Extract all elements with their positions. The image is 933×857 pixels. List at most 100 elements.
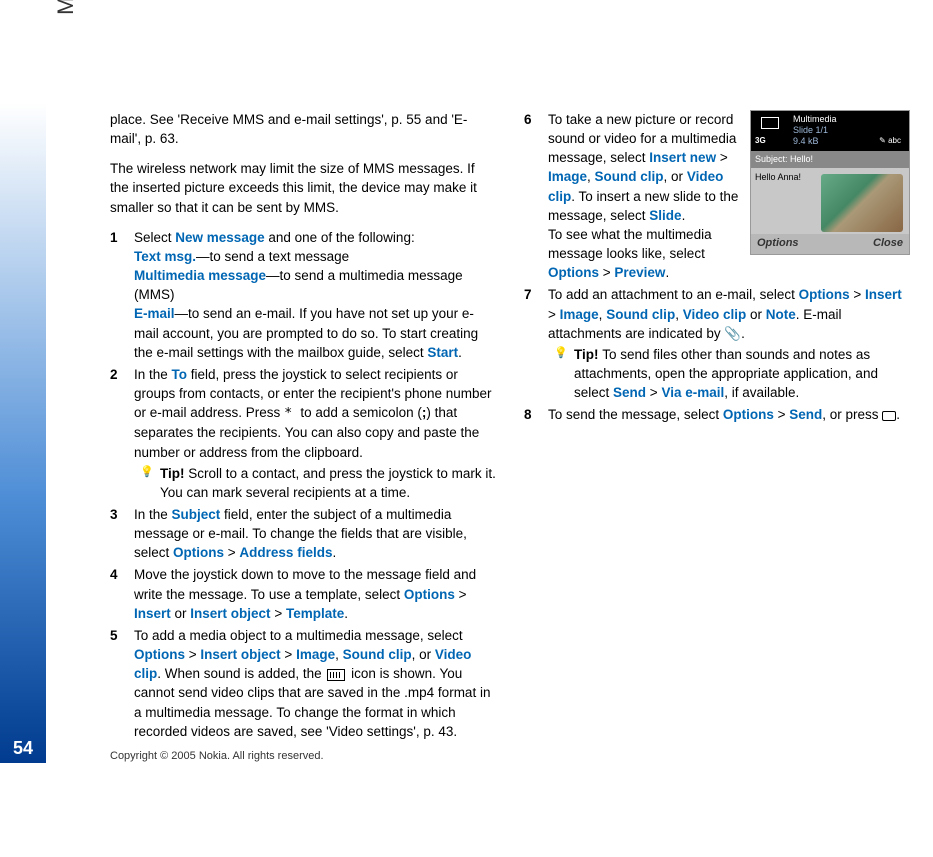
intro-para-1: place. See 'Receive MMS and e-mail setti… [110,110,496,148]
step-3: 3 In the Subject field, enter the subjec… [110,505,496,562]
ui-ref-address-fields: Address fields [239,545,332,560]
tip-icon: 💡 [140,465,154,481]
ui-ref-subject: Subject [172,507,221,522]
step-4: 4 Move the joystick down to move to the … [110,565,496,622]
text: . [896,407,900,422]
pencil-icon: ✎ [879,136,886,145]
phone-photo [821,174,903,232]
step-number: 5 [110,626,118,645]
text: In the [134,507,172,522]
text: . [682,208,686,223]
ui-ref-video-clip: Video clip [683,307,747,322]
ui-ref-start: Start [427,345,458,360]
ui-ref-new-message: New message [175,230,264,245]
phone-subject-row: Subject: Hello! [751,151,909,168]
phone-body-text: Hello Anna! [755,172,801,182]
step-5: 5 To add a media object to a multimedia … [110,626,496,741]
section-label: Messaging [50,0,81,104]
text: . [458,345,462,360]
ui-ref-sound-clip: Sound clip [606,307,675,322]
ui-ref-insert-object: Insert object [200,647,280,662]
text: Select [134,230,175,245]
tip-icon: 💡 [554,346,568,362]
text: and one of the following: [265,230,415,245]
text: > [850,287,865,302]
text: or [171,606,191,621]
text: > [599,265,614,280]
step-number: 3 [110,505,118,524]
ui-ref-options: Options [799,287,850,302]
step-7: 7 To add an attachment to an e-mail, sel… [524,285,910,402]
ui-ref-insert: Insert [134,606,171,621]
softkey-close: Close [873,236,903,252]
step-6: 6 Multimedia Slide 1/1 9.4 kB 3G ✎ abc S… [524,110,910,282]
softkey-options: Options [757,236,799,252]
phone-size: 9.4 kB [793,135,819,148]
text: , [587,169,595,184]
ui-ref-image: Image [296,647,335,662]
attachment-icon: 📎 [724,326,741,341]
text: > [774,407,789,422]
ui-ref-send: Send [613,385,646,400]
call-key-icon [882,411,896,421]
page-content: place. See 'Receive MMS and e-mail setti… [110,110,910,755]
tip-label: Tip! [574,347,602,362]
text: To see what the multimedia message looks… [548,227,712,261]
sidebar: 54 [0,0,46,857]
text: > [271,606,286,621]
network-icon: 3G [755,135,766,146]
step-8: 8 To send the message, select Options > … [524,405,910,424]
step-number: 6 [524,110,532,129]
text: icon is shown. [347,666,436,681]
text: . [665,265,669,280]
sidebar-gradient [0,103,46,763]
step-number: 8 [524,405,532,424]
text: > [185,647,200,662]
ui-ref-template: Template [286,606,344,621]
text: To add an attachment to an e-mail, selec… [548,287,799,302]
ui-ref-insert: Insert [865,287,902,302]
text: abc [886,136,901,145]
ui-ref-preview: Preview [614,265,665,280]
ui-ref-sound-clip: Sound clip [595,169,664,184]
text: to add a semicolon ( [300,405,422,420]
page-number: 54 [0,736,46,762]
ui-ref-sound-clip: Sound clip [343,647,412,662]
ui-ref-send: Send [789,407,822,422]
ui-ref-options: Options [723,407,774,422]
text: > [548,307,560,322]
intro-para-2: The wireless network may limit the size … [110,159,496,216]
ui-ref-to: To [172,367,188,382]
ui-ref-options: Options [548,265,599,280]
text: . [741,326,745,341]
step-number: 1 [110,228,118,247]
sound-icon [327,669,345,681]
text: . When sound is added, the [157,666,325,681]
tip-text: Scroll to a contact, and press the joyst… [160,466,496,500]
text: To add a media object to a multimedia me… [134,628,463,643]
ui-ref-multimedia: Multimedia message [134,268,266,283]
phone-body: Hello Anna! [751,168,909,238]
text: > [224,545,239,560]
ui-ref-text-msg: Text msg. [134,249,196,264]
text: , [675,307,683,322]
text: > [646,385,661,400]
ui-ref-insert-new: Insert new [649,150,716,165]
text: , or [664,169,687,184]
text: , if available. [724,385,799,400]
tip-row: 💡 Tip! To send files other than sounds a… [548,345,910,402]
message-icon [761,117,779,129]
text: , or [412,647,435,662]
text: > [716,150,728,165]
text: —to send a text message [196,249,349,264]
phone-screenshot: Multimedia Slide 1/1 9.4 kB 3G ✎ abc Sub… [750,110,910,255]
text: To send the message, select [548,407,723,422]
tip-row: 💡 Tip! Scroll to a contact, and press th… [134,464,496,502]
text: . [332,545,336,560]
text: . [344,606,348,621]
key-star: * [284,405,300,421]
step-number: 2 [110,365,118,384]
phone-softkeys: Options Close [751,234,909,254]
ui-ref-note: Note [766,307,796,322]
text: > [281,647,296,662]
